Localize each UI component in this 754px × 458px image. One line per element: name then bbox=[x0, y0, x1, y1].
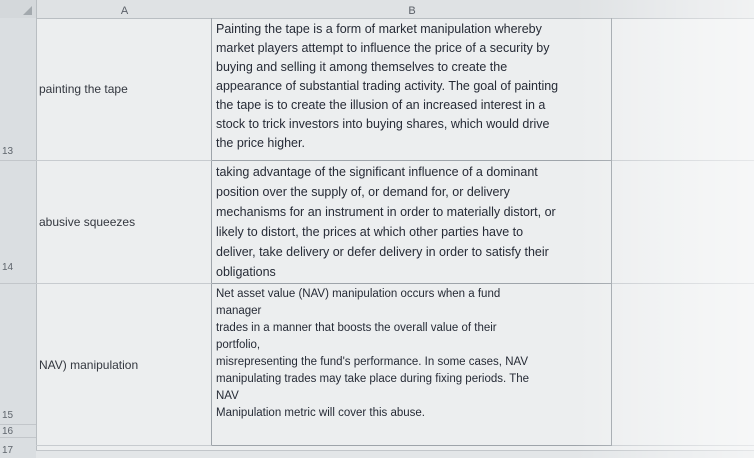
row-number-16[interactable]: 16 bbox=[0, 426, 36, 437]
row-divider bbox=[0, 424, 36, 425]
cell-a15[interactable]: NAV) manipulation bbox=[36, 284, 212, 446]
cell-b15[interactable]: Net asset value (NAV) manipulation occur… bbox=[212, 284, 612, 446]
row-number-14[interactable]: 14 bbox=[0, 262, 36, 273]
definition-line: Painting the tape is a form of market ma… bbox=[216, 22, 542, 36]
definition-line: the tape is to create the illusion of an… bbox=[216, 98, 546, 112]
row-divider bbox=[0, 437, 36, 438]
definition-line: deliver, take delivery or defer delivery… bbox=[216, 245, 549, 259]
definition-line: manipulating trades may take place durin… bbox=[216, 373, 530, 385]
row-16-cells[interactable] bbox=[36, 450, 754, 458]
row-header-column bbox=[0, 18, 37, 458]
row-number-17[interactable]: 17 bbox=[0, 445, 36, 456]
row-number-13[interactable]: 13 bbox=[0, 146, 36, 157]
definition-line: appearance of substantial trading activi… bbox=[216, 79, 559, 93]
spreadsheet-grid: A B 13 14 15 16 17 painting the tape Pai… bbox=[0, 0, 754, 458]
definition-line: the price higher. bbox=[216, 136, 305, 150]
cell-b13[interactable]: Painting the tape is a form of market ma… bbox=[212, 18, 612, 161]
definition-line: Manipulation metric will cover this abus… bbox=[216, 407, 426, 419]
select-all-corner[interactable] bbox=[0, 0, 37, 19]
cell-a13[interactable]: painting the tape bbox=[36, 18, 212, 161]
term-label: abusive squeezes bbox=[39, 215, 136, 229]
column-header-b[interactable]: B bbox=[212, 0, 613, 19]
definition-line: manager bbox=[216, 305, 262, 317]
cell-c13[interactable] bbox=[612, 18, 754, 161]
definition-line: position over the supply of, or demand f… bbox=[216, 185, 510, 199]
definition-line: portfolio, bbox=[216, 339, 261, 351]
cell-b14[interactable]: taking advantage of the significant infl… bbox=[212, 161, 612, 284]
select-all-triangle-icon bbox=[23, 6, 32, 15]
definition-line: likely to distort, the prices at which o… bbox=[216, 225, 524, 239]
row-divider bbox=[0, 160, 36, 161]
definition-line: Net asset value (NAV) manipulation occur… bbox=[216, 288, 501, 300]
term-label: painting the tape bbox=[39, 82, 128, 96]
definition-line: market players attempt to influence the … bbox=[216, 41, 550, 55]
definition-line: taking advantage of the significant infl… bbox=[216, 165, 538, 179]
cell-a14[interactable]: abusive squeezes bbox=[36, 161, 212, 284]
cell-c15[interactable] bbox=[612, 284, 754, 446]
definition-line: trades in a manner that boosts the overa… bbox=[216, 322, 497, 334]
cell-c14[interactable] bbox=[612, 161, 754, 284]
term-label: NAV) manipulation bbox=[39, 357, 139, 372]
definition-line: stock to trick investors into buying sha… bbox=[216, 117, 550, 131]
definition-line: misrepresenting the fund's performance. … bbox=[216, 356, 528, 368]
definition-line: buying and selling it among themselves t… bbox=[216, 60, 508, 74]
column-header-c[interactable] bbox=[612, 0, 754, 19]
definition-line: obligations bbox=[216, 265, 276, 279]
definition-line: NAV bbox=[216, 390, 239, 402]
definition-line: mechanisms for an instrument in order to… bbox=[216, 205, 556, 219]
column-header-a[interactable]: A bbox=[37, 0, 213, 19]
row-number-15[interactable]: 15 bbox=[0, 410, 36, 421]
row-divider bbox=[0, 283, 36, 284]
